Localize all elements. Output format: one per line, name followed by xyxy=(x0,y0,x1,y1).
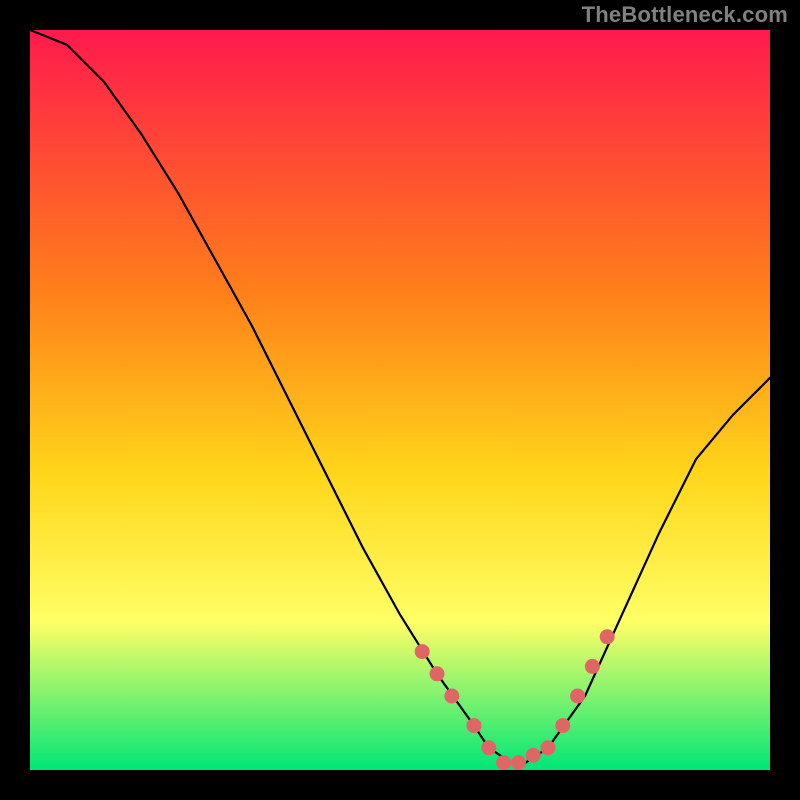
marker-dot xyxy=(430,666,445,681)
marker-dot xyxy=(511,755,526,770)
marker-dot xyxy=(570,689,585,704)
marker-dot xyxy=(415,644,430,659)
bottleneck-chart xyxy=(0,0,800,800)
watermark-label: TheBottleneck.com xyxy=(582,2,788,28)
green-band xyxy=(30,711,770,770)
marker-dot xyxy=(585,659,600,674)
marker-dot xyxy=(555,718,570,733)
marker-dot xyxy=(496,755,511,770)
marker-dot xyxy=(481,740,496,755)
marker-dot xyxy=(467,718,482,733)
gradient-background xyxy=(30,30,770,770)
marker-dot xyxy=(541,740,556,755)
marker-dot xyxy=(600,629,615,644)
marker-dot xyxy=(526,748,541,763)
marker-dot xyxy=(444,689,459,704)
chart-frame: TheBottleneck.com xyxy=(0,0,800,800)
